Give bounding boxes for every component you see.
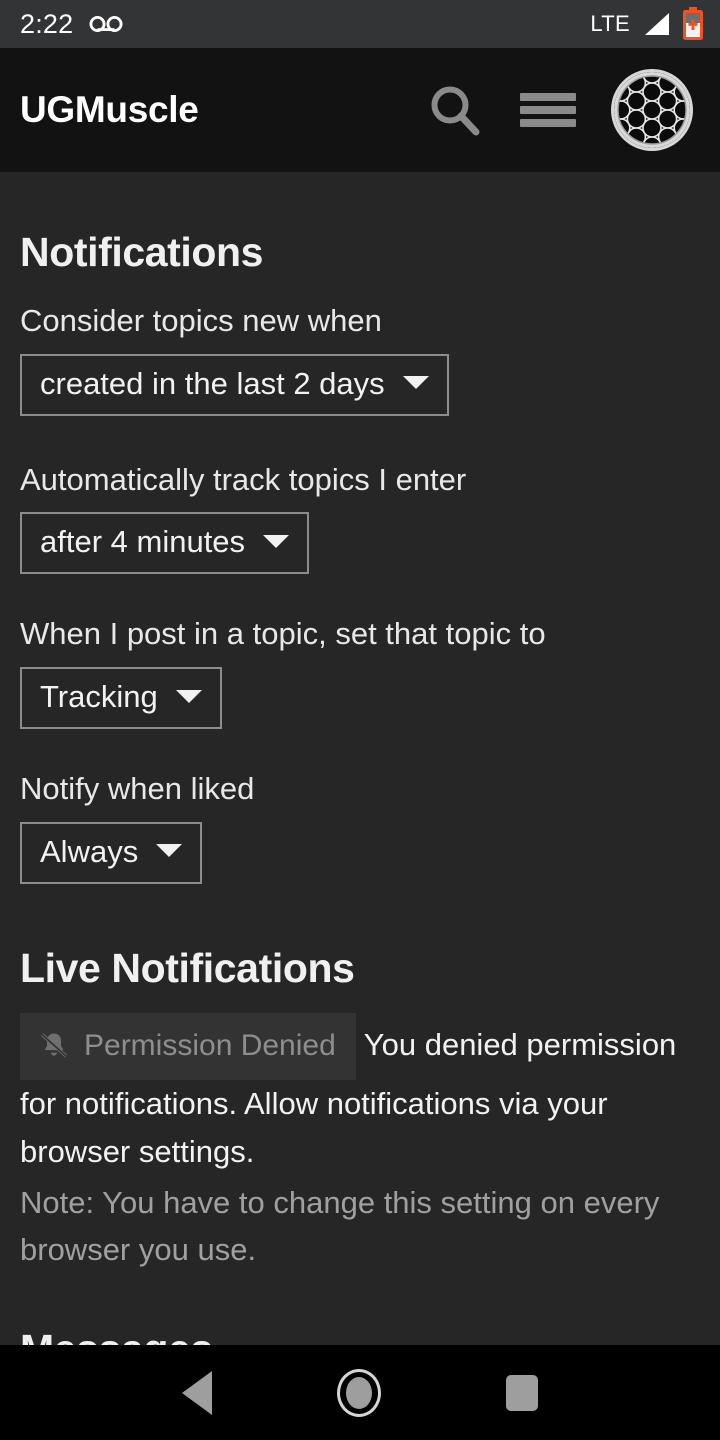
setting-label-auto-track-topics: Automatically track topics I enter — [20, 461, 467, 497]
chevron-down-icon — [156, 844, 183, 858]
recents-square-icon[interactable] — [505, 1374, 538, 1411]
settings-content: Notifications Consider topics new when c… — [0, 172, 720, 1345]
voicemail-icon — [89, 14, 123, 34]
dropdown-notify-when-liked[interactable]: Always — [20, 821, 203, 884]
dropdown-value: created in the last 2 days — [40, 365, 385, 401]
status-bar-right: LTE — [590, 7, 704, 41]
dropdown-value: Tracking — [40, 679, 158, 715]
search-icon[interactable] — [428, 83, 482, 137]
battery-low-icon — [682, 7, 704, 41]
status-bar-clock: 2:22 — [20, 8, 74, 39]
dropdown-value: after 4 minutes — [40, 524, 246, 560]
network-type-label: LTE — [590, 11, 630, 36]
chevron-down-icon — [175, 689, 202, 703]
chevron-down-icon — [263, 534, 290, 548]
phone-screen: 2:22 LTE UGMuscle Notifications Consider… — [0, 0, 720, 1440]
dropdown-auto-track-topics[interactable]: after 4 minutes — [20, 512, 310, 575]
permission-denied-label: Permission Denied — [84, 1028, 336, 1062]
page-title-notifications: Notifications — [20, 229, 264, 275]
permission-denied-button: Permission Denied — [20, 1012, 356, 1081]
live-notifications-note: Note: You have to change this setting on… — [20, 1184, 660, 1267]
app-title: UGMuscle — [20, 89, 199, 130]
back-triangle-icon[interactable] — [182, 1370, 213, 1415]
dropdown-value: Always — [40, 833, 139, 869]
hamburger-menu-icon[interactable] — [520, 90, 576, 130]
dropdown-consider-topics-new[interactable]: created in the last 2 days — [20, 353, 449, 416]
dropdown-post-in-topic[interactable]: Tracking — [20, 667, 222, 730]
chevron-down-icon — [402, 376, 429, 390]
status-bar: 2:22 LTE — [0, 0, 720, 48]
app-bar-actions — [428, 72, 700, 148]
flower-of-life-avatar[interactable] — [614, 72, 690, 148]
setting-label-consider-topics-new: Consider topics new when — [20, 303, 382, 339]
page-title-messages: Messages — [20, 1326, 700, 1345]
home-circle-icon[interactable] — [336, 1368, 381, 1417]
signal-bars-icon — [641, 11, 671, 37]
setting-label-notify-when-liked: Notify when liked — [20, 771, 255, 807]
android-navigation-bar — [0, 1345, 720, 1440]
app-bar: UGMuscle — [0, 48, 720, 172]
page-title-live-notifications: Live Notifications — [20, 944, 355, 991]
setting-label-post-in-topic: When I post in a topic, set that topic t… — [20, 616, 546, 652]
live-notifications-description-block: Permission Denied You denied permission … — [20, 1012, 700, 1273]
bell-slash-icon — [38, 1030, 70, 1062]
status-bar-left: 2:22 — [20, 8, 123, 39]
